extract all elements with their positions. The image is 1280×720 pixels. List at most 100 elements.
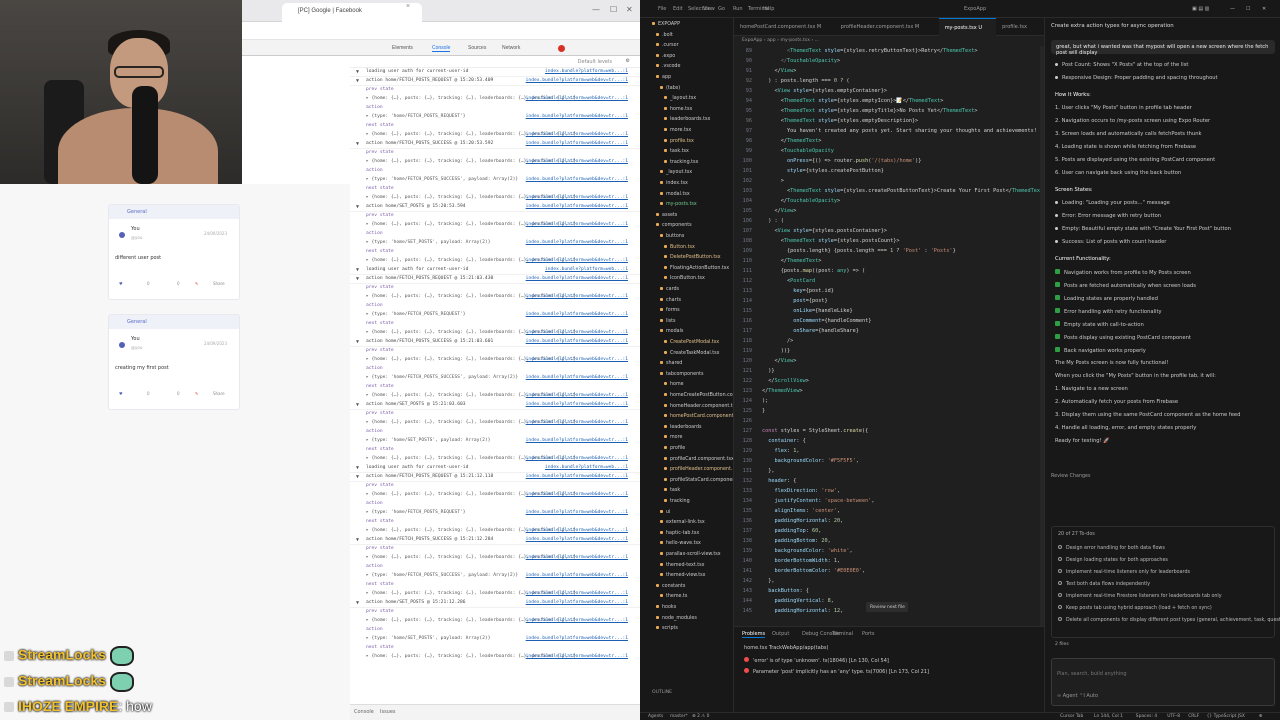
source-link[interactable]: index.bundle?platform=web&dev=tr...:1	[526, 114, 628, 119]
todo-item[interactable]: Keep posts tab using hybrid approach (lo…	[1058, 605, 1212, 611]
expand-icon[interactable]: ▼	[356, 339, 359, 345]
source-link[interactable]: index.bundle?platform=web&dev=tr...:1	[526, 474, 628, 479]
source-link[interactable]: index.bundle?platform=web&dev=tr...:1	[526, 375, 628, 380]
source-link[interactable]: index.bundle?platform=web&dev=tr...:1	[526, 312, 628, 317]
console-line[interactable]: ▸ {home: {…}, posts: {…}, tracking: {…},…	[350, 590, 640, 599]
changed-files[interactable]: 2 files	[1055, 642, 1069, 647]
explorer-item[interactable]: FloatingActionButton.tsx	[664, 265, 729, 275]
maximize-icon[interactable]: ☐	[610, 5, 617, 14]
share-button[interactable]: Share	[213, 281, 225, 286]
source-link[interactable]: index.bundle?platform=web&dev=tr...:1	[526, 510, 628, 515]
console-line[interactable]: ▼ action home/SET_POSTS @ 15:21:03.603 ind…	[350, 401, 640, 410]
devtools-tab-sources[interactable]: Sources	[468, 45, 486, 51]
console-line[interactable]: next state	[350, 518, 640, 527]
user-message[interactable]: great, but what i wanted was that mypost…	[1051, 40, 1275, 56]
like-icon[interactable]: ♥	[119, 391, 123, 396]
source-link[interactable]: index.bundle?platform=web&dev=tr...:1	[526, 339, 628, 344]
console-line[interactable]: ▸ {home: {…}, posts: {…}, tracking: {…},…	[350, 257, 640, 266]
browser-tab[interactable]: [PC] Google | Facebook ×	[282, 3, 422, 22]
menu-item-run[interactable]: Run	[733, 6, 743, 12]
chat-input[interactable]: Plan, search, build anything ∞ Agent ⌃I …	[1051, 658, 1275, 706]
minimize-icon[interactable]: —	[592, 5, 600, 14]
explorer-item[interactable]: EXPOAPP	[652, 22, 680, 31]
share-button[interactable]: Share	[213, 391, 225, 396]
explorer-item[interactable]: my-posts.tsx	[660, 202, 697, 211]
console-line[interactable]: ▸ {home: {…}, posts: {…}, tracking: {…},…	[350, 455, 640, 464]
explorer-item[interactable]: .vscode	[656, 64, 680, 73]
source-link[interactable]: index.bundle?platform=web&dev=tr...:1	[526, 555, 628, 560]
explorer-item[interactable]: cards	[660, 287, 679, 296]
console-line[interactable]: ▸ {home: {…}, posts: {…}, tracking: {…},…	[350, 419, 640, 428]
todo-item[interactable]: Design error handling for both data flow…	[1058, 545, 1165, 551]
explorer-item[interactable]: node_modules	[656, 615, 697, 625]
console-line[interactable]: prev state	[350, 149, 640, 158]
console-line[interactable]: ▸ {home: {…}, posts: {…}, tracking: {…},…	[350, 329, 640, 338]
explorer-item[interactable]: modals	[660, 329, 683, 338]
explorer-item[interactable]: themed-view.tsx	[660, 573, 706, 582]
outline-section[interactable]: OUTLINE	[652, 690, 672, 695]
explorer-item[interactable]: lists	[660, 318, 676, 328]
console-line[interactable]: prev state	[350, 86, 640, 95]
source-link[interactable]: index.bundle?platform=web&dev=tr...:1	[526, 240, 628, 245]
console-line[interactable]: ▼ loading user auth for current-user-id in…	[350, 266, 640, 275]
explorer-item[interactable]: (tabs)	[660, 85, 680, 95]
console-line[interactable]: ▼ action home/FETCH_POSTS_SUCCESS @ 15:21…	[350, 536, 640, 545]
console-line[interactable]: next state	[350, 644, 640, 653]
console-line[interactable]: ▸ {home: {…}, posts: {…}, tracking: {…},…	[350, 356, 640, 365]
explorer-item[interactable]: assets	[656, 212, 677, 222]
explorer-item[interactable]: .expo	[656, 53, 675, 63]
problem-item[interactable]: 'error' is of type 'unknown'. ts(18046) …	[744, 657, 889, 664]
console-line[interactable]: next state	[350, 581, 640, 590]
post-card[interactable]: General You @you 24/09/2023 creating my firs…	[108, 314, 240, 410]
explorer-item[interactable]: external-link.tsx	[660, 520, 705, 529]
console-line[interactable]: ▸ {type: 'home/SET_POSTS', payload: Arra…	[350, 437, 640, 446]
explorer-item[interactable]: scripts	[656, 626, 678, 635]
console-line[interactable]: ▸ {home: {…}, posts: {…}, tracking: {…},…	[350, 221, 640, 230]
menu-item-edit[interactable]: Edit	[673, 6, 683, 12]
explorer-item[interactable]: tabcomponents	[660, 371, 704, 381]
status-right-item[interactable]: UTF-8	[1167, 714, 1180, 719]
explorer-item[interactable]: forms	[660, 308, 680, 317]
record-icon[interactable]	[558, 45, 565, 52]
source-link[interactable]: index.bundle?platform=web&dev=tr...:1	[526, 492, 628, 497]
explorer-item[interactable]: task	[664, 488, 680, 497]
source-link[interactable]: index.bundle?platform=web&dev=tr...:1	[526, 222, 628, 227]
source-link[interactable]: index.bundle?platform=web&dev=tr...:1	[526, 132, 628, 137]
console-line[interactable]: ▼ loading user auth for current-user-id in…	[350, 68, 640, 77]
explorer-item[interactable]: theme.ts	[660, 594, 687, 603]
console-line[interactable]: ▸ {home: {…}, posts: {…}, tracking: {…},…	[350, 617, 640, 626]
delete-icon[interactable]: ✎	[195, 391, 198, 396]
explorer-item[interactable]: hooks	[656, 605, 676, 614]
explorer-item[interactable]: tracking.tsx	[664, 159, 698, 169]
editor-tab[interactable]: my-posts.tsx U	[938, 18, 997, 36]
panel-tab-ports[interactable]: Ports	[862, 631, 875, 637]
source-link[interactable]: index.bundle?platform=web&dev=tr...:1	[526, 258, 628, 263]
review-changes-button[interactable]: Review Changes	[1051, 474, 1091, 479]
source-link[interactable]: index.bundle?platform=web&dev=tr...:1	[526, 159, 628, 164]
console-line[interactable]: ▼ action home/SET_POSTS @ 15:20:53.594 ind…	[350, 203, 640, 212]
explorer-item[interactable]: IconButton.tsx	[664, 276, 705, 285]
todo-item[interactable]: Design loading states for both approache…	[1058, 557, 1168, 563]
source-link[interactable]: index.bundle?platform=web&dev=tr...:1	[526, 96, 628, 101]
console-line[interactable]: action	[350, 167, 640, 176]
status-left-item[interactable]: Agents	[648, 714, 663, 719]
source-link[interactable]: index.bundle?platform=web&dev=tr...:1	[526, 537, 628, 542]
console-line[interactable]: prev state	[350, 482, 640, 491]
explorer-item[interactable]: homePostCard.component.tsx	[664, 414, 733, 423]
explorer-item[interactable]: more	[664, 435, 682, 444]
explorer-item[interactable]: shared	[660, 361, 682, 370]
explorer-item[interactable]: buttons	[660, 234, 684, 243]
console-line[interactable]: next state	[350, 446, 640, 455]
editor-tab[interactable]: profile.tsx	[996, 18, 1044, 36]
explorer-item[interactable]: CreateTaskModal.tsx	[664, 350, 719, 360]
explorer-item[interactable]: app	[656, 75, 671, 84]
expand-icon[interactable]: ▼	[356, 204, 359, 210]
todo-item[interactable]: Test both data flows independently	[1058, 581, 1150, 587]
console-line[interactable]: action	[350, 365, 640, 374]
explorer-item[interactable]: charts	[660, 297, 681, 307]
console-line[interactable]: action	[350, 500, 640, 509]
console-line[interactable]: prev state	[350, 284, 640, 293]
source-link[interactable]: index.bundle?platform=web&dev=tr...:1	[526, 636, 628, 641]
source-link[interactable]: index.bundle?platform=web&dev=tr...:1	[526, 600, 628, 605]
explorer-item[interactable]: constants	[656, 583, 685, 593]
